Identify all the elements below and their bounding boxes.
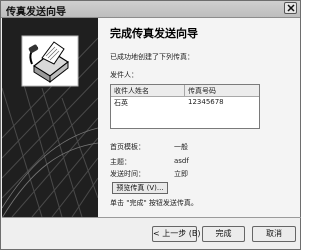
window-title: 传真发送向导 [6,7,66,18]
fax-wizard-window: 传真发送向导 完成传真发送向导 已成功地创建了下列传真： 发件人： 收件人姓名 … [0,0,301,250]
sidebar-graphic [2,35,98,217]
column-header-name[interactable]: 收件人姓名 [114,86,149,96]
finish-button[interactable]: 完成 [202,226,245,242]
wizard-content: 完成传真发送向导 已成功地创建了下列传真： 发件人： 收件人姓名 传真号码 石英… [98,18,300,217]
recipient-list[interactable]: 收件人姓名 传真号码 石英 12345678 [110,84,260,129]
back-button[interactable]: < 上一步 (B) [152,226,201,242]
column-divider[interactable] [184,85,185,96]
close-icon [287,4,295,12]
recipient-name: 石英 [114,99,128,107]
page-title: 完成传真发送向导 [110,27,198,40]
title-bar[interactable]: 传真发送向导 [1,1,300,18]
footer-divider [2,217,301,218]
fax-machine-icon [21,35,79,87]
close-button[interactable] [284,2,297,14]
send-time-label: 发送时间： [110,170,145,178]
subject-value: asdf [174,157,189,165]
send-time-value: 立即 [174,170,188,178]
finish-hint: 单击 "完成" 按钮发送传真。 [110,199,198,207]
cover-value: 一般 [174,143,188,151]
cover-label: 首页模板： [110,143,145,151]
list-item[interactable]: 石英 12345678 [111,97,259,108]
list-header: 收件人姓名 传真号码 [111,85,259,97]
created-text: 已成功地创建了下列传真： [110,53,194,61]
recipient-number: 12345678 [188,98,224,106]
sender-label: 发件人： [110,71,138,79]
preview-fax-button[interactable]: 预览传真 (V)... [112,182,168,194]
cancel-button[interactable]: 取消 [252,226,296,242]
subject-label: 主题： [110,158,131,166]
wizard-sidebar [2,18,98,217]
column-header-number[interactable]: 传真号码 [188,86,216,96]
